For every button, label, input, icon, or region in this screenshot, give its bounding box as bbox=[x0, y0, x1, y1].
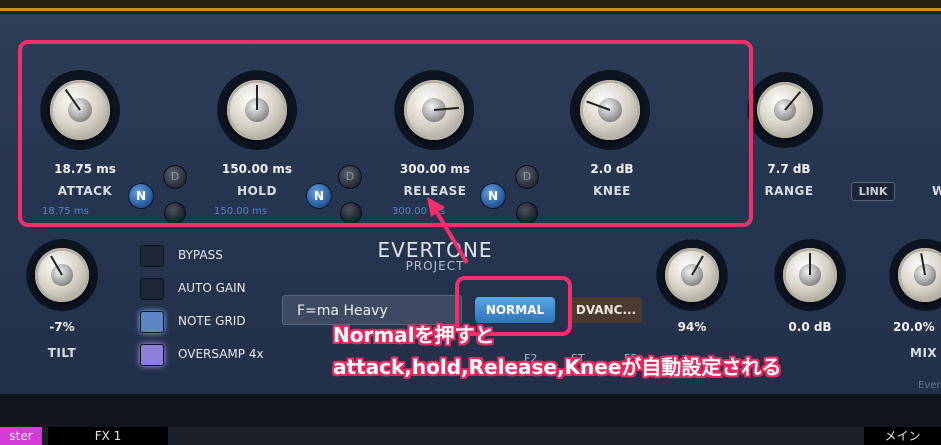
oversamp-toggle[interactable] bbox=[140, 344, 164, 366]
range-value: 7.7 dB bbox=[767, 162, 811, 176]
tab-fx1[interactable]: FX 1 bbox=[48, 427, 168, 445]
bypass-label: BYPASS bbox=[178, 248, 223, 262]
tab-main[interactable]: メイン bbox=[864, 427, 941, 445]
auto-gain-label: AUTO GAIN bbox=[178, 281, 246, 295]
k94-value: 94% bbox=[677, 320, 707, 334]
w-label-partial: W bbox=[932, 184, 941, 198]
top-stripe bbox=[0, 8, 941, 11]
note-grid-toggle[interactable] bbox=[140, 311, 164, 333]
annotation-line1: Normalを押すと bbox=[333, 323, 495, 347]
tab-master[interactable]: ster bbox=[0, 427, 42, 445]
bypass-toggle[interactable] bbox=[140, 245, 164, 267]
advanced-button[interactable]: DVANC... bbox=[570, 297, 642, 323]
range-knob[interactable] bbox=[747, 72, 823, 148]
mix-label: MIX bbox=[910, 346, 938, 360]
ever-label-partial: Ever bbox=[918, 380, 941, 391]
k0db-value: 0.0 dB bbox=[788, 320, 832, 334]
tilt-value: -7% bbox=[49, 320, 75, 334]
mix-value: 20.0% bbox=[893, 320, 935, 334]
top-bar bbox=[0, 0, 941, 14]
tilt-knob[interactable] bbox=[26, 239, 98, 311]
oversamp-label: OVERSAMP 4x bbox=[178, 347, 264, 361]
auto-gain-toggle[interactable] bbox=[140, 278, 164, 300]
annotation-line2: attack,hold,Release,Kneeが自動設定される bbox=[333, 355, 782, 379]
note-grid-label: NOTE GRID bbox=[178, 314, 246, 328]
tilt-label: TILT bbox=[47, 346, 77, 360]
k94-knob[interactable] bbox=[656, 239, 728, 311]
link-button[interactable]: LINK bbox=[851, 182, 895, 201]
annotation-highlight-knobs bbox=[18, 40, 753, 227]
knob-pointer bbox=[809, 252, 811, 275]
annotation-arrow bbox=[427, 197, 469, 265]
range-label: RANGE bbox=[764, 184, 814, 198]
k0db-knob[interactable] bbox=[774, 239, 846, 311]
